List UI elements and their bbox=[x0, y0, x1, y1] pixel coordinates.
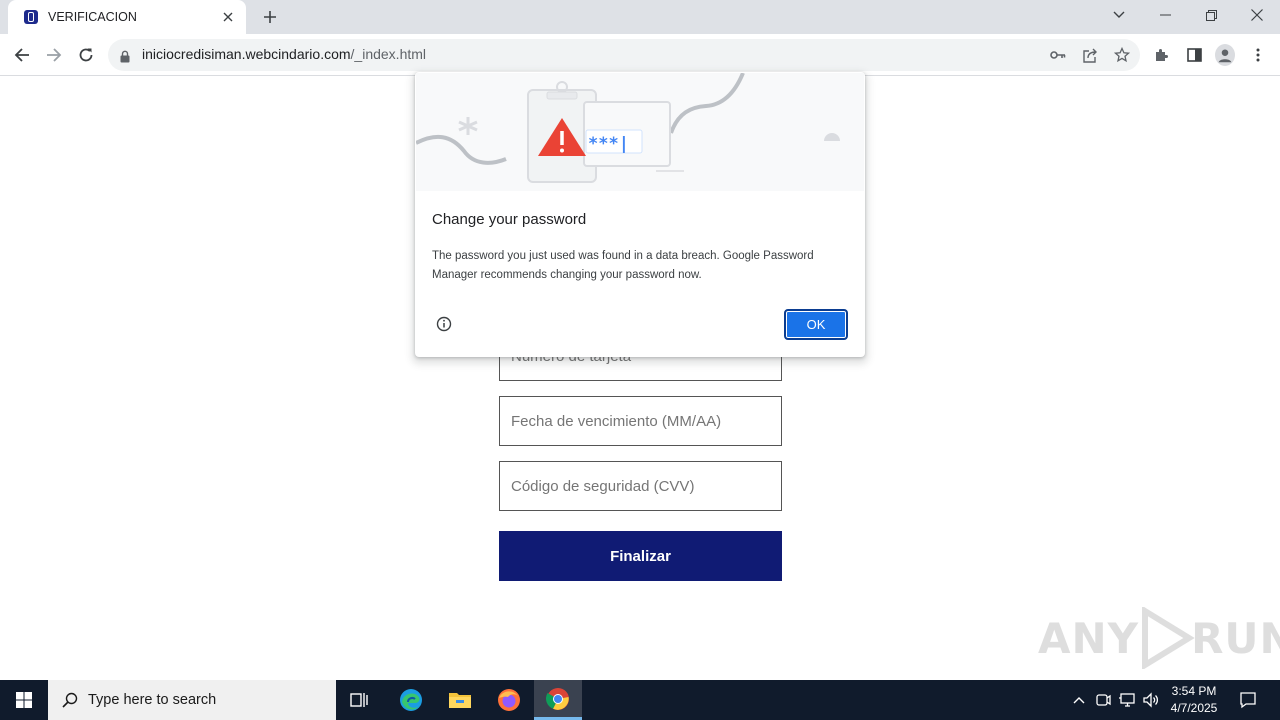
masked-password-illustration-text: ***| bbox=[588, 134, 629, 154]
anyrun-watermark: ANY RUN bbox=[1038, 607, 1280, 669]
edge-browser-icon bbox=[400, 689, 422, 711]
bookmark-star-icon[interactable] bbox=[1112, 45, 1132, 65]
firefox-icon bbox=[498, 689, 520, 711]
more-menu-icon[interactable] bbox=[1248, 45, 1268, 65]
expiry-date-input[interactable]: Fecha de vencimiento (MM/AA) bbox=[499, 396, 782, 446]
url-text[interactable]: iniciocredisiman.webcindario.com/_index.… bbox=[142, 46, 426, 62]
taskbar-search-box[interactable]: Type here to search bbox=[48, 680, 336, 720]
task-view-button[interactable] bbox=[336, 680, 384, 720]
key-icon[interactable] bbox=[1048, 45, 1068, 65]
clock-time: 3:54 PM bbox=[1171, 684, 1217, 698]
close-window-button[interactable] bbox=[1234, 0, 1280, 30]
system-clock[interactable]: 3:54 PM 4/7/2025 bbox=[1162, 683, 1226, 717]
folder-icon bbox=[449, 693, 471, 708]
windows-taskbar: Type here to search 3:54 PM 4/7/2025 bbox=[0, 680, 1280, 720]
browser-titlebar: VERIFICACION bbox=[0, 0, 1280, 34]
chrome-icon bbox=[546, 687, 569, 710]
chrome-taskbar-button[interactable] bbox=[534, 680, 582, 720]
windows-logo-icon bbox=[16, 692, 32, 708]
edge-taskbar-button[interactable] bbox=[387, 680, 435, 720]
browser-tab[interactable]: VERIFICACION bbox=[8, 0, 246, 34]
lock-icon[interactable] bbox=[120, 48, 130, 67]
firefox-taskbar-button[interactable] bbox=[485, 680, 533, 720]
close-tab-icon[interactable] bbox=[220, 9, 236, 25]
tab-search-button[interactable] bbox=[1096, 0, 1142, 30]
forward-button[interactable] bbox=[39, 40, 69, 70]
back-button[interactable] bbox=[7, 40, 37, 70]
browser-toolbar: iniciocredisiman.webcindario.com/_index.… bbox=[0, 34, 1280, 76]
dialog-message: The password you just used was found in … bbox=[432, 250, 814, 281]
show-hidden-icons-chevron-icon[interactable] bbox=[1069, 690, 1089, 710]
watermark-text-right: RUN bbox=[1191, 613, 1280, 663]
finalizar-button[interactable]: Finalizar bbox=[499, 531, 782, 581]
ok-button[interactable]: OK bbox=[784, 309, 848, 340]
cvv-input[interactable]: Código de seguridad (CVV) bbox=[499, 461, 782, 511]
restore-button[interactable] bbox=[1188, 0, 1234, 30]
file-explorer-taskbar-button[interactable] bbox=[436, 680, 484, 720]
start-button[interactable] bbox=[0, 680, 48, 720]
info-icon[interactable] bbox=[435, 315, 453, 333]
url-domain: iniciocredisiman.webcindario.com bbox=[142, 46, 351, 62]
reload-button[interactable] bbox=[71, 40, 101, 70]
share-icon[interactable] bbox=[1080, 45, 1100, 65]
search-icon bbox=[62, 692, 78, 708]
password-breach-dialog: ***| Change your password The password y… bbox=[415, 72, 865, 357]
volume-icon[interactable] bbox=[1141, 690, 1161, 710]
play-logo-icon bbox=[1142, 607, 1195, 669]
network-icon[interactable] bbox=[1117, 690, 1137, 710]
dialog-title: Change your password bbox=[432, 211, 587, 228]
watermark-text-left: ANY bbox=[1038, 613, 1140, 663]
minimize-button[interactable] bbox=[1142, 0, 1188, 30]
site-favicon-icon bbox=[24, 10, 38, 24]
task-view-icon bbox=[350, 693, 368, 707]
clock-date: 4/7/2025 bbox=[1170, 701, 1218, 715]
tab-title: VERIFICACION bbox=[48, 10, 137, 24]
address-bar[interactable]: iniciocredisiman.webcindario.com/_index.… bbox=[108, 39, 1140, 71]
new-tab-button[interactable] bbox=[258, 6, 282, 28]
person-icon bbox=[1215, 44, 1235, 66]
profile-avatar[interactable] bbox=[1215, 44, 1235, 66]
meet-now-icon[interactable] bbox=[1093, 690, 1113, 710]
extensions-puzzle-icon[interactable] bbox=[1152, 45, 1172, 65]
side-panel-icon[interactable] bbox=[1184, 45, 1204, 65]
notifications-icon[interactable] bbox=[1238, 690, 1258, 710]
breach-illustration: ***| bbox=[415, 72, 864, 191]
url-path: /_index.html bbox=[350, 46, 427, 62]
search-placeholder: Type here to search bbox=[88, 692, 217, 708]
